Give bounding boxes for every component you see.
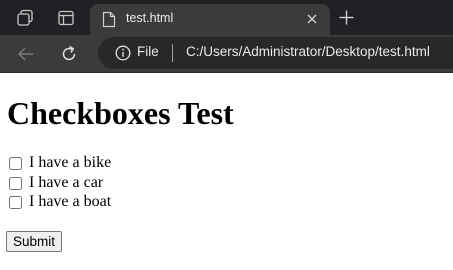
page-title: Checkboxes Test: [7, 95, 234, 131]
tab-actions-icon[interactable]: [57, 9, 75, 27]
boat-label[interactable]: I have a boat: [29, 193, 111, 211]
close-icon[interactable]: [305, 12, 319, 26]
refresh-icon[interactable]: [59, 44, 79, 64]
tab-title: test.html: [126, 11, 174, 25]
checkbox-row-boat: I have a boat: [9, 192, 111, 212]
car-checkbox[interactable]: [9, 176, 22, 190]
workspaces-icon[interactable]: [16, 9, 34, 27]
scheme-label: File: [137, 44, 159, 59]
browser-window: test.html File C:/Users/Administrator/De…: [0, 0, 453, 270]
checkbox-row-bike: I have a bike: [9, 153, 111, 173]
tab-test-html[interactable]: test.html: [90, 4, 330, 35]
address-bar[interactable]: File C:/Users/Administrator/Desktop/test…: [98, 37, 453, 69]
back-arrow-icon[interactable]: [16, 44, 36, 64]
tab-strip: test.html: [0, 0, 453, 35]
toolbar: File C:/Users/Administrator/Desktop/test…: [0, 35, 453, 73]
checkbox-row-car: I have a car: [9, 173, 103, 193]
page-content: Checkboxes Test I have a bike I have a c…: [0, 73, 453, 270]
omnibox-divider: [172, 44, 173, 62]
boat-checkbox[interactable]: [9, 195, 22, 209]
car-label[interactable]: I have a car: [29, 174, 103, 192]
bike-label[interactable]: I have a bike: [29, 154, 111, 172]
info-icon[interactable]: [115, 45, 131, 61]
submit-button[interactable]: Submit: [6, 231, 63, 252]
bike-checkbox[interactable]: [9, 156, 22, 170]
plus-icon[interactable]: [338, 9, 355, 26]
url-text[interactable]: C:/Users/Administrator/Desktop/test.html: [186, 44, 430, 59]
page-icon: [102, 11, 116, 28]
